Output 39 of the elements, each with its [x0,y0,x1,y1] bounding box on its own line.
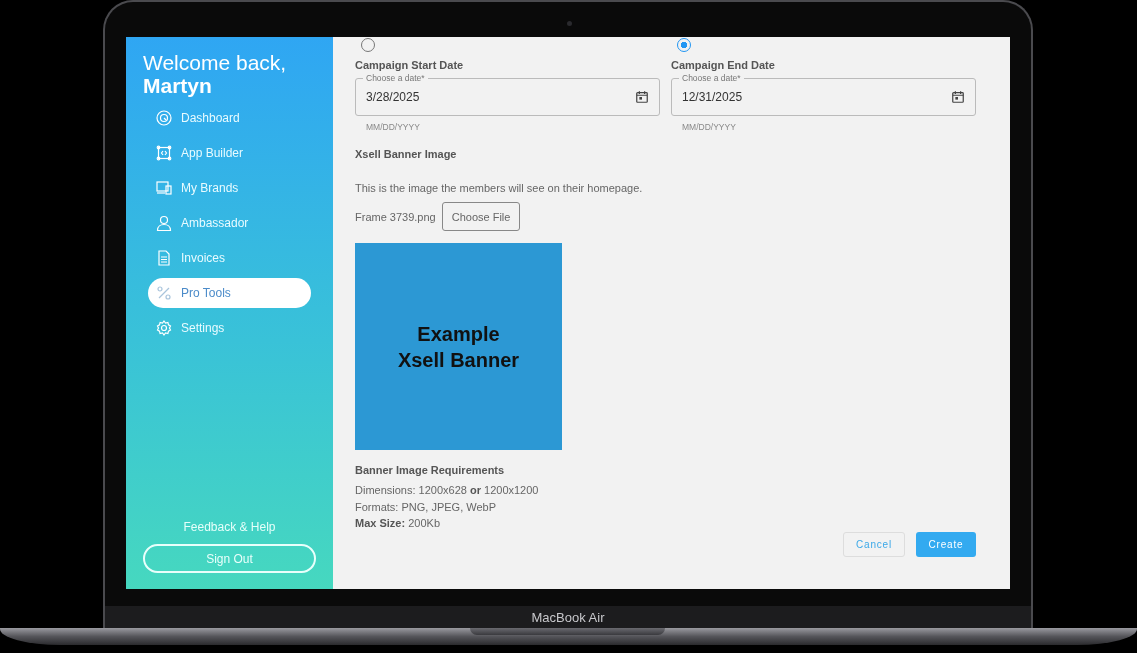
greeting: Welcome back, [142,51,288,74]
field-label: Choose a date* [679,73,744,84]
person-icon [156,215,172,231]
gear-icon [156,320,172,336]
requirement-text: Max Size: 200Kb [355,516,441,531]
sidebar-item[interactable]: Pro Tools [148,278,311,308]
file-name: Frame 3739.png [355,210,436,223]
device-label: MacBook Air [531,609,605,625]
tools-icon [156,285,172,301]
calendar-icon[interactable] [951,90,965,104]
section-title: Xsell Banner Image [355,148,458,160]
sidebar-item[interactable]: Ambassador [148,208,311,238]
calendar-icon[interactable] [635,90,649,104]
description: This is the image the members will see on their homepage. [355,182,644,194]
field-title: Campaign Start Date [355,59,465,71]
field-title: Campaign End Date [671,59,776,71]
feedback-link[interactable]: Feedback & Help [126,520,333,534]
devices-icon [156,180,172,196]
sidebar-item[interactable]: My Brands [148,173,311,203]
user-name: Martyn [142,74,213,97]
sidebar-item[interactable]: App Builder [148,138,311,168]
sidebar-item[interactable]: Settings [148,313,311,343]
create-button[interactable]: Create [916,531,976,557]
cancel-button[interactable]: Cancel [843,531,905,557]
sign-out-button[interactable]: Sign Out [143,544,316,573]
section-title: Banner Image Requirements [355,464,506,476]
document-icon [156,250,172,266]
banner-text: Example Xsell Banner [396,321,521,373]
requirement-text: Formats: PNG, JPEG, WebP [355,499,497,515]
field-hint: MM/DD/YYYY [682,122,737,132]
sidebar-item[interactable]: Invoices [148,243,311,273]
sidebar-item[interactable]: Dashboard [148,103,311,133]
field-hint: MM/DD/YYYY [366,122,421,132]
choose-file-button[interactable]: Choose File [441,202,521,231]
radio-button[interactable] [677,38,691,52]
requirement-text: Dimensions: 1200x628 or 1200x1200 [355,483,540,498]
frame-icon [156,145,172,161]
dashboard-icon [156,110,172,126]
field-label: Choose a date* [363,73,428,84]
